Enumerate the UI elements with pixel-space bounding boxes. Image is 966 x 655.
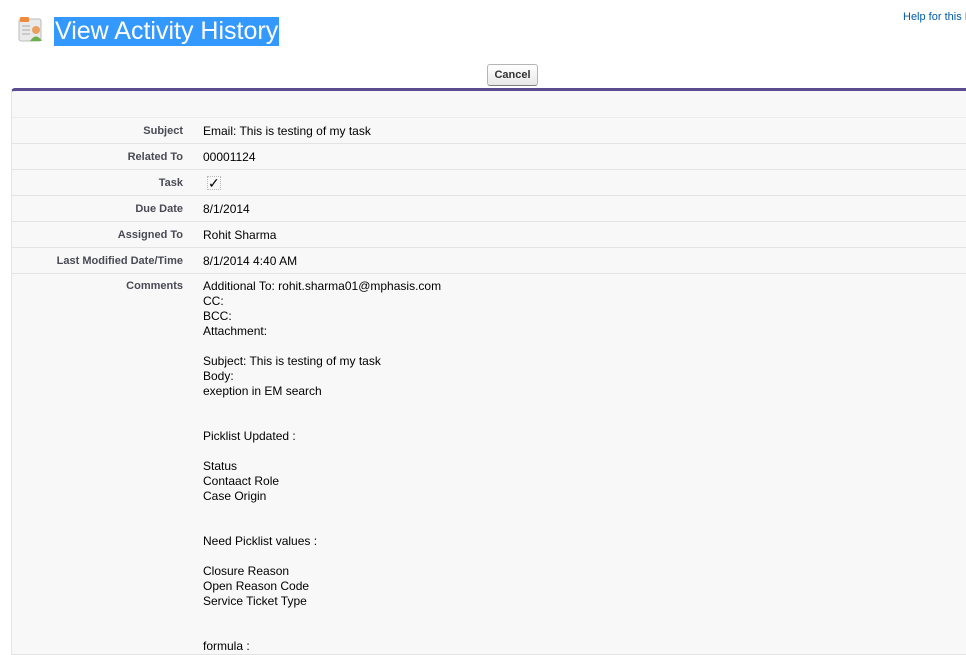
field-row-subject: Subject Email: This is testing of my tas…: [12, 118, 966, 144]
field-label: Task: [158, 177, 183, 189]
field-row-task: Task ✓: [12, 170, 966, 196]
checkmark-icon: ✓: [207, 175, 221, 191]
field-value: Email: This is testing of my task: [203, 124, 371, 138]
field-row-last-modified: Last Modified Date/Time 8/1/2014 4:40 AM: [12, 248, 966, 274]
field-label: Related To: [127, 151, 183, 163]
detail-panel: Subject Email: This is testing of my tas…: [11, 88, 966, 655]
comments-value: Additional To: rohit.sharma01@mphasis.co…: [203, 279, 442, 653]
field-label: Comments: [126, 280, 183, 292]
field-label: Assigned To: [117, 229, 183, 241]
help-link[interactable]: Help for this Page: [903, 11, 966, 23]
section-header: [12, 91, 966, 118]
field-label: Last Modified Date/Time: [56, 255, 183, 267]
field-row-related-to: Related To 00001124: [12, 144, 966, 170]
activity-history-icon: [17, 16, 47, 44]
field-row-due-date: Due Date 8/1/2014: [12, 196, 966, 222]
field-row-comments: Comments Additional To: rohit.sharma01@m…: [12, 274, 966, 655]
field-value: Rohit Sharma: [203, 228, 277, 242]
cancel-button[interactable]: Cancel: [487, 64, 538, 86]
field-label: Subject: [143, 125, 183, 137]
page-title: View Activity History: [54, 17, 280, 46]
field-value: 8/1/2014 4:40 AM: [203, 254, 298, 268]
field-value: 00001124: [203, 150, 256, 164]
field-row-assigned-to: Assigned To Rohit Sharma: [12, 222, 966, 248]
field-value: 8/1/2014: [203, 202, 250, 216]
field-label: Due Date: [135, 203, 183, 215]
